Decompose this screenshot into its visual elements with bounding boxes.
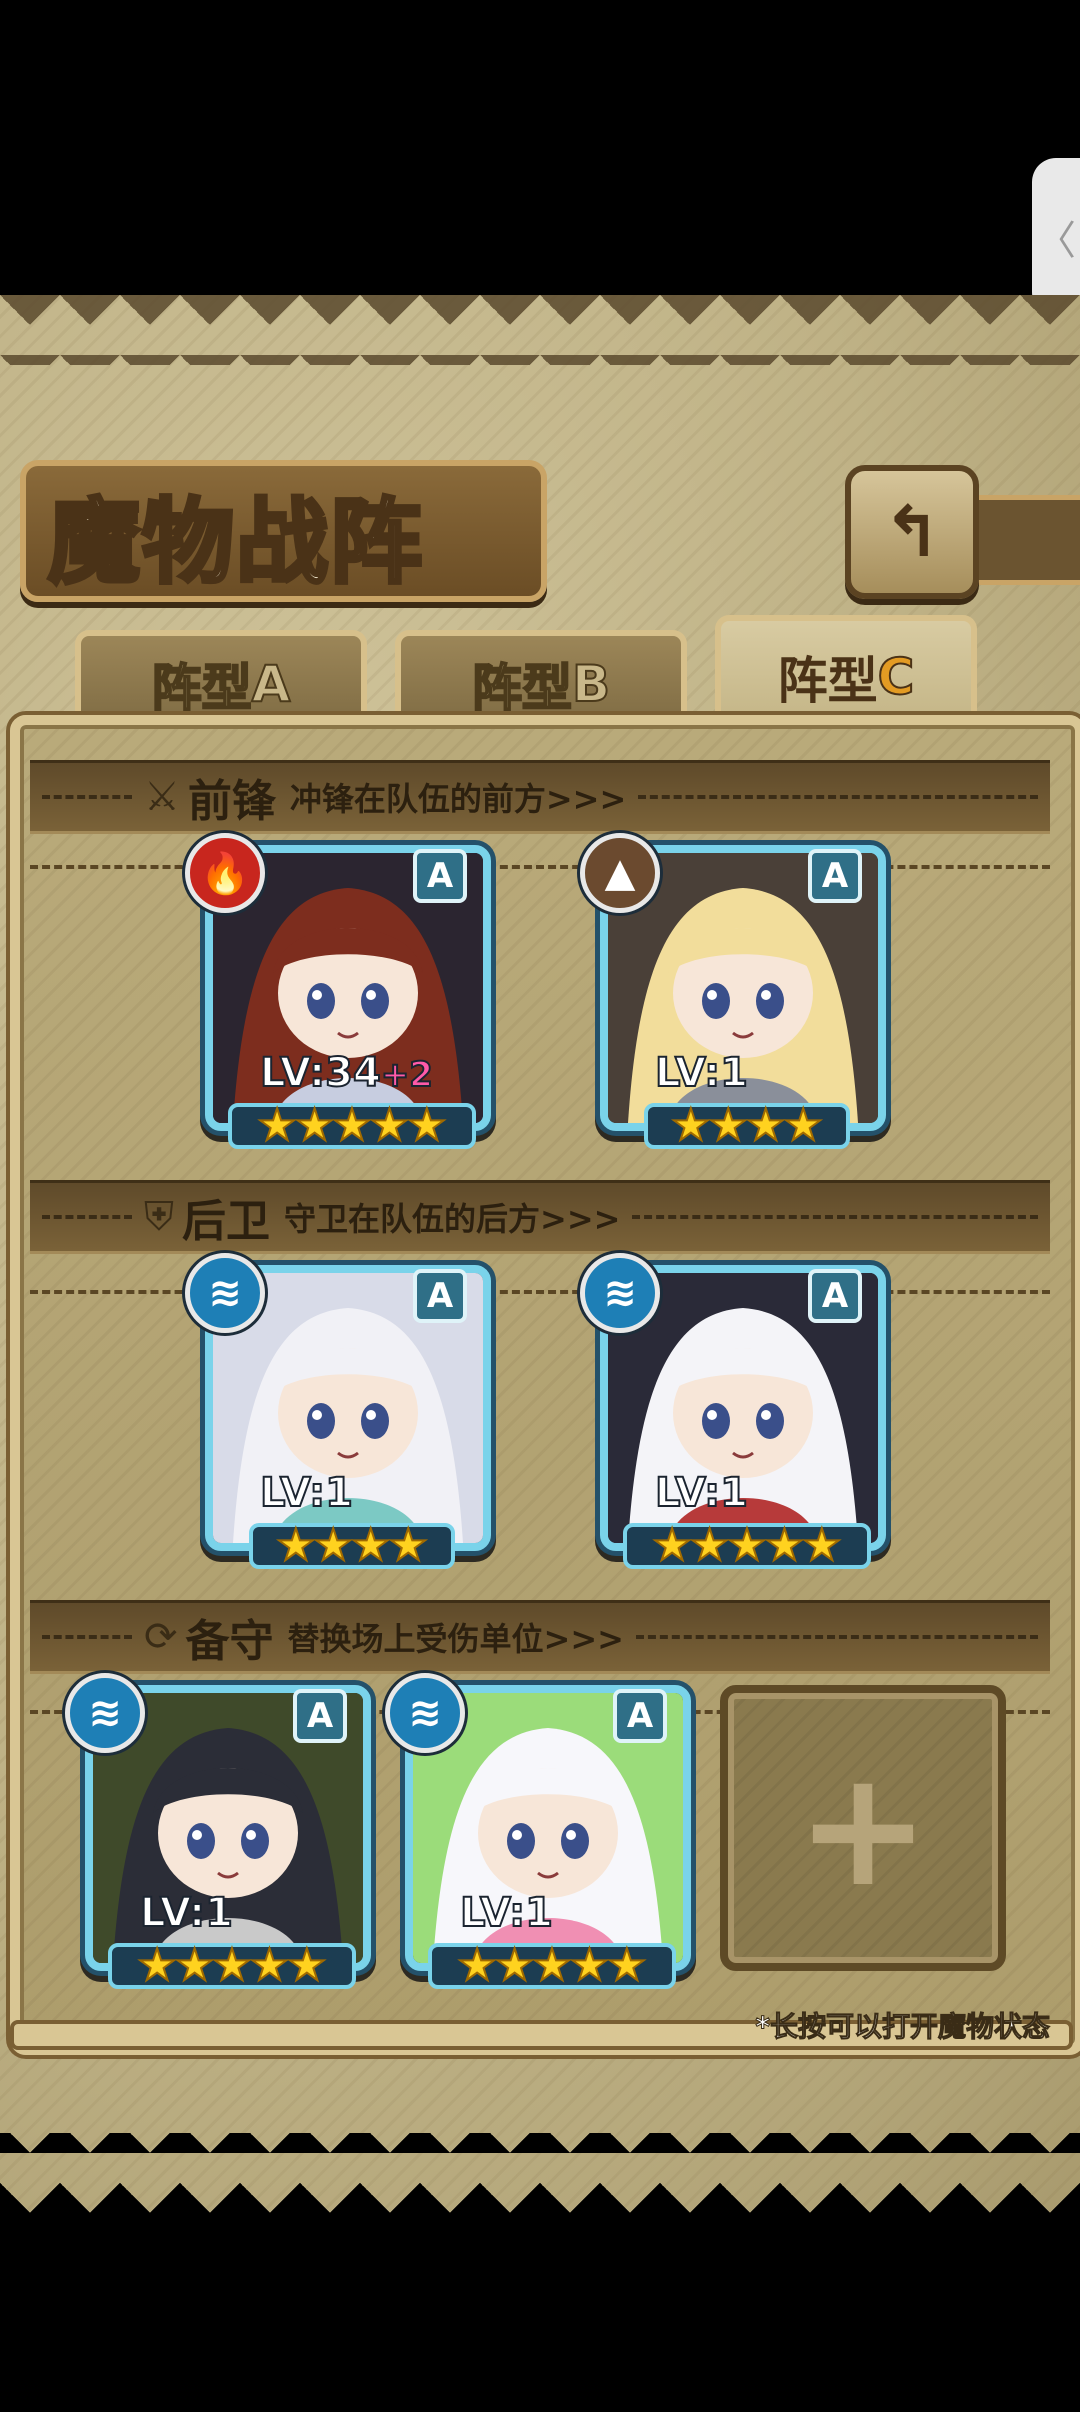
torn-edge-bottom: [0, 2133, 1080, 2213]
empty-reserve-slot[interactable]: +: [720, 1685, 1006, 1971]
section-title: 后卫: [182, 1196, 270, 1247]
swap-icon: ⟳: [144, 1614, 178, 1660]
star-icon: ★: [350, 1520, 391, 1571]
star-icon: ★: [782, 1100, 823, 1151]
section-front-header: ⚔ 前锋 冲锋在队伍的前方>>>: [30, 760, 1050, 834]
star-icon: ★: [726, 1520, 767, 1571]
star-icon: ★: [494, 1940, 535, 1991]
star-icon: ★: [174, 1940, 215, 1991]
star-icon: ★: [294, 1100, 335, 1151]
star-icon: ★: [256, 1100, 297, 1151]
star-icon: ★: [313, 1520, 354, 1571]
rank-badge: A: [293, 1689, 347, 1743]
star-rating: ★ ★ ★ ★ ★: [428, 1943, 676, 1989]
level-value: LV:1: [459, 1889, 554, 1937]
water-element-icon: ≋: [580, 1253, 660, 1333]
divider: [635, 1635, 1038, 1639]
star-icon: ★: [801, 1520, 842, 1571]
level-value: LV:1: [259, 1469, 354, 1517]
star-icon: ★: [606, 1940, 647, 1991]
chevron-left-icon: 〈: [1036, 218, 1076, 264]
add-icon: +: [795, 1734, 931, 1922]
divider: [42, 795, 132, 799]
level-value: LV:34: [259, 1049, 382, 1097]
rank-badge: A: [413, 1269, 467, 1323]
hint-text: *长按可以打开魔物状态: [755, 2010, 1051, 2044]
level-label: LV:1: [654, 1049, 749, 1097]
fire-element-icon: 🔥: [185, 833, 265, 913]
star-rating: ★ ★ ★ ★ ★: [623, 1523, 871, 1569]
rank-badge: A: [413, 849, 467, 903]
tab-letter: C: [877, 647, 916, 707]
level-value: LV:1: [139, 1889, 234, 1937]
star-rating: ★ ★ ★ ★ ★: [108, 1943, 356, 1989]
level-label: LV:1: [139, 1889, 234, 1937]
row-guide: [30, 1290, 1050, 1294]
divider: [638, 795, 1038, 799]
star-icon: ★: [456, 1940, 497, 1991]
back-arrow-icon: ↰: [882, 491, 942, 573]
star-rating: ★ ★ ★ ★ ★: [228, 1103, 476, 1149]
level-bonus: +2: [380, 1054, 434, 1096]
star-icon: ★: [689, 1520, 730, 1571]
tab-letter: B: [571, 654, 611, 714]
star-icon: ★: [275, 1520, 316, 1571]
star-icon: ★: [387, 1520, 428, 1571]
star-rating: ★ ★ ★ ★: [644, 1103, 850, 1149]
star-icon: ★: [136, 1940, 177, 1991]
star-icon: ★: [708, 1100, 749, 1151]
star-icon: ★: [211, 1940, 252, 1991]
star-icon: ★: [531, 1940, 572, 1991]
level-label: LV:1: [259, 1469, 354, 1517]
rank-badge: A: [808, 1269, 862, 1323]
star-rating: ★ ★ ★ ★: [249, 1523, 455, 1569]
level-label: LV:1: [459, 1889, 554, 1937]
section-reserve-header: ⟳ 备守 替换场上受伤单位>>>: [30, 1600, 1050, 1674]
divider: [42, 1635, 132, 1639]
level-label: LV:1: [654, 1469, 749, 1517]
tab-label: 阵型: [471, 658, 573, 718]
water-element-icon: ≋: [185, 1253, 265, 1333]
water-element-icon: ≋: [65, 1673, 145, 1753]
star-icon: ★: [331, 1100, 372, 1151]
divider: [42, 1215, 132, 1219]
section-rear-header: ⛨ 后卫 守卫在队伍的后方>>>: [30, 1180, 1050, 1254]
shield-icon: ⛨: [144, 1194, 174, 1240]
back-button[interactable]: ↰: [845, 465, 979, 599]
sword-icon: ⚔: [144, 774, 180, 820]
tab-label: 阵型: [777, 652, 878, 710]
page-title: 魔物战阵: [46, 487, 425, 598]
tab-letter: A: [251, 654, 292, 714]
water-element-icon: ≋: [385, 1673, 465, 1753]
star-icon: ★: [369, 1100, 410, 1151]
star-icon: ★: [249, 1940, 290, 1991]
level-label: LV:34+2: [259, 1049, 434, 1097]
earth-element-icon: ▲: [580, 833, 660, 913]
divider: [632, 1215, 1038, 1219]
star-icon: ★: [569, 1940, 610, 1991]
level-value: LV:1: [654, 1049, 749, 1097]
section-description: 守卫在队伍的后方>>>: [284, 1200, 621, 1238]
section-description: 冲锋在队伍的前方>>>: [289, 780, 627, 818]
side-drawer-handle[interactable]: 〈: [1032, 158, 1080, 316]
star-icon: ★: [764, 1520, 805, 1571]
torn-edge-top: [0, 295, 1080, 365]
star-icon: ★: [651, 1520, 692, 1571]
star-icon: ★: [670, 1100, 711, 1151]
section-description: 替换场上受伤单位>>>: [287, 1620, 624, 1658]
tab-label: 阵型: [151, 658, 253, 718]
rank-badge: A: [808, 849, 862, 903]
level-value: LV:1: [654, 1469, 749, 1517]
section-title: 备守: [185, 1616, 274, 1667]
star-icon: ★: [745, 1100, 786, 1151]
row-guide: [30, 865, 1050, 869]
section-title: 前锋: [187, 776, 276, 827]
star-icon: ★: [406, 1100, 447, 1151]
rank-badge: A: [613, 1689, 667, 1743]
star-icon: ★: [286, 1940, 327, 1991]
back-rail: [965, 495, 1080, 585]
